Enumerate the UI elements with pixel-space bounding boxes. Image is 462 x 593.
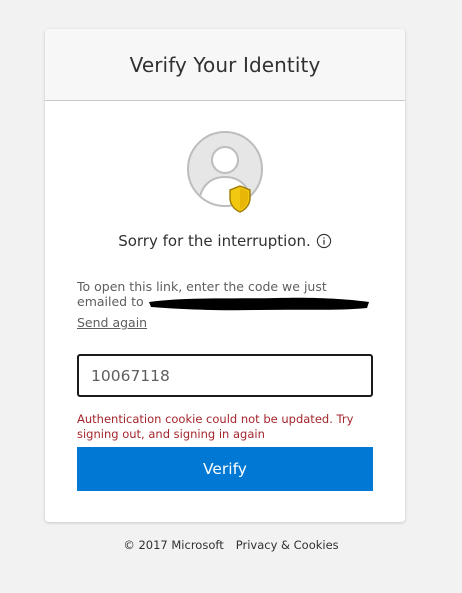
verify-identity-card: Verify Your Identity Sorry for the inter…	[45, 29, 405, 522]
interruption-message: Sorry for the interruption.	[45, 232, 405, 250]
verify-button[interactable]: Verify	[77, 447, 373, 491]
shield-badge-icon	[229, 185, 251, 213]
copyright-text: © 2017 Microsoft	[123, 538, 224, 552]
card-header: Verify Your Identity	[45, 29, 405, 101]
error-message: Authentication cookie could not be updat…	[77, 412, 354, 441]
verification-code-input[interactable]	[77, 354, 373, 397]
send-again-link[interactable]: Send again	[77, 315, 147, 330]
info-icon[interactable]	[316, 233, 332, 249]
interruption-text: Sorry for the interruption.	[118, 232, 311, 250]
redacted-email	[149, 297, 369, 311]
user-avatar-icon	[187, 131, 263, 207]
page-title: Verify Your Identity	[129, 52, 321, 77]
privacy-cookies-link[interactable]: Privacy & Cookies	[236, 538, 339, 552]
footer: © 2017 Microsoft Privacy & Cookies	[0, 538, 462, 552]
